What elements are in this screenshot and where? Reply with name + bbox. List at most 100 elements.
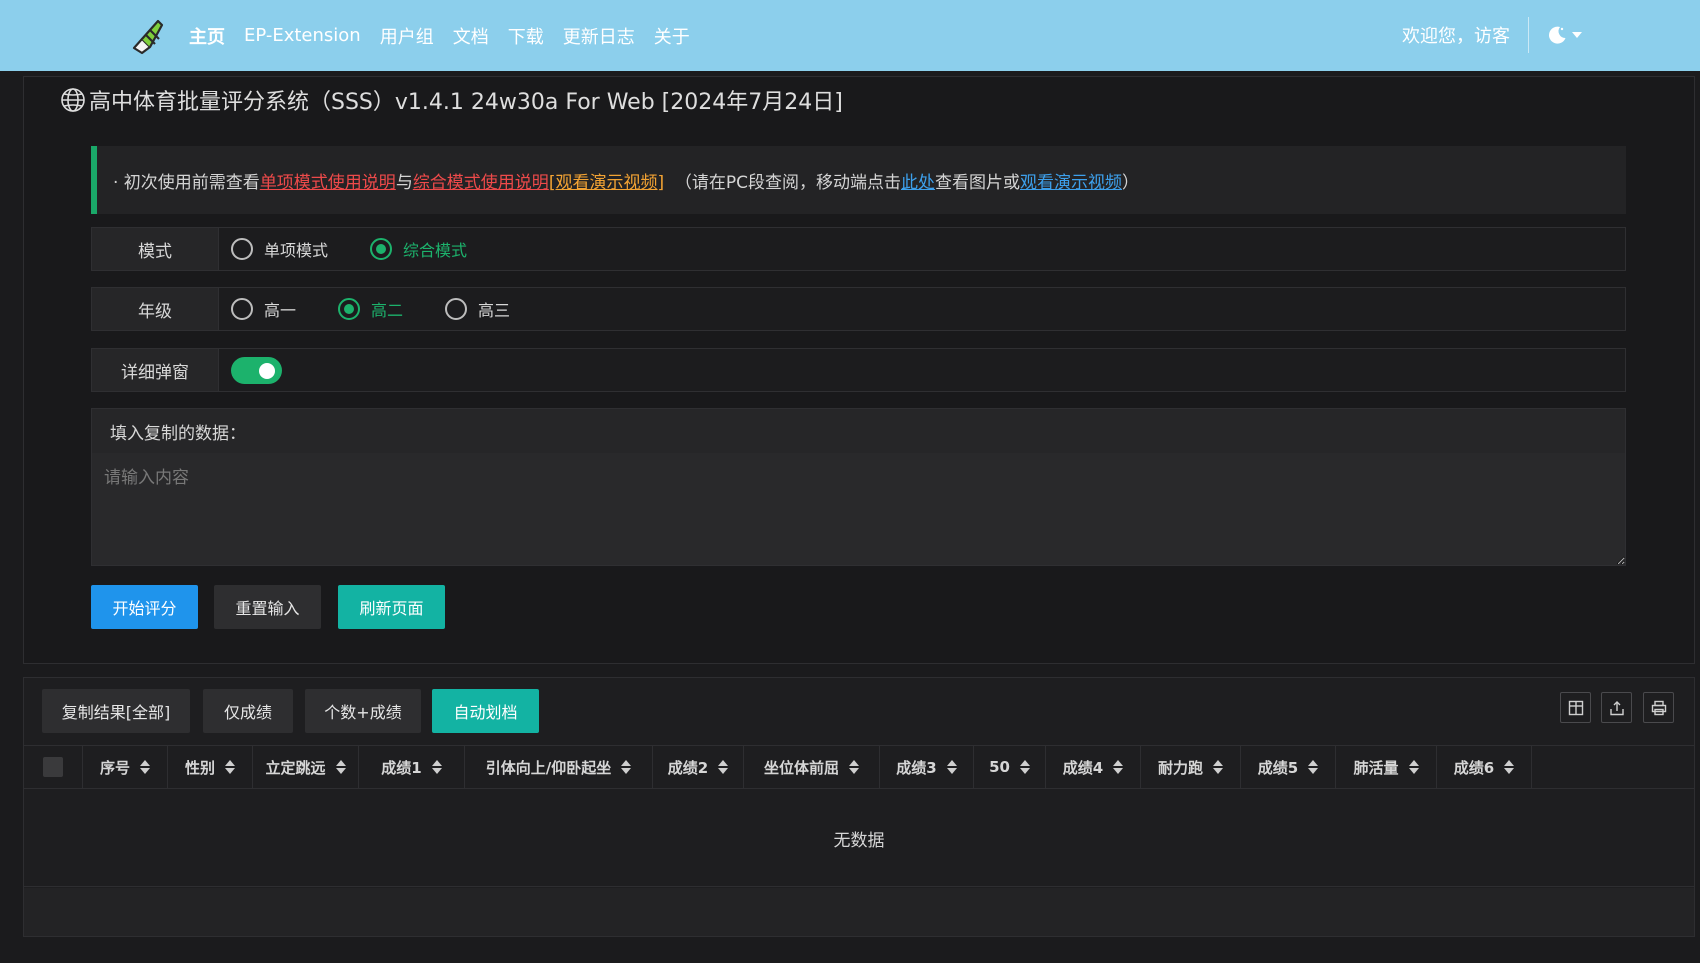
column-header[interactable]: 耐力跑 xyxy=(1141,746,1241,788)
popup-row: 详细弹窗 xyxy=(91,348,1626,392)
column-header[interactable]: 肺活量 xyxy=(1336,746,1437,788)
notice-suffix: ） xyxy=(1122,172,1140,193)
count-plus-score-button[interactable]: 个数+成绩 xyxy=(305,689,421,733)
export-button[interactable] xyxy=(1601,692,1632,723)
sort-icon[interactable] xyxy=(335,759,346,775)
data-input-box: 填入复制的数据： xyxy=(91,408,1626,566)
column-header[interactable]: 序号 xyxy=(83,746,168,788)
reset-input-button[interactable]: 重置输入 xyxy=(214,585,321,629)
grade-radio-2[interactable]: 高二 xyxy=(338,297,403,321)
nav-divider xyxy=(1528,17,1529,53)
column-title: 成绩3 xyxy=(896,758,937,777)
nav-item-download[interactable]: 下载 xyxy=(508,23,544,49)
single-mode-guide-link[interactable]: 单项模式使用说明 xyxy=(260,168,396,193)
grade-label: 年级 xyxy=(92,288,219,330)
welcome-text[interactable]: 欢迎您，访客 xyxy=(1402,22,1510,48)
popup-toggle-switch[interactable] xyxy=(231,356,282,384)
badminton-logo-icon[interactable] xyxy=(128,15,168,55)
data-textarea[interactable] xyxy=(92,453,1625,565)
radio-circle[interactable] xyxy=(231,238,253,260)
column-title: 序号 xyxy=(99,758,130,777)
column-header[interactable]: 成绩5 xyxy=(1241,746,1336,788)
column-header[interactable]: 坐位体前屈 xyxy=(744,746,880,788)
column-header[interactable]: 成绩6 xyxy=(1437,746,1532,788)
demo-video-link[interactable]: [观看演示视频] xyxy=(549,168,664,193)
radio-circle[interactable] xyxy=(445,298,468,320)
sort-icon[interactable] xyxy=(849,759,859,775)
nav-menu: 主页 EP-Extension 用户组 文档 下载 更新日志 关于 xyxy=(189,0,709,71)
columns-button[interactable] xyxy=(1560,692,1591,723)
notice-and: 与 xyxy=(395,172,413,193)
sort-icon[interactable] xyxy=(225,759,235,775)
column-header[interactable]: 成绩1 xyxy=(359,746,465,788)
sort-icon[interactable] xyxy=(1213,759,1223,775)
copy-all-results-button[interactable]: 复制结果[全部] xyxy=(42,689,190,733)
moon-icon xyxy=(1549,26,1566,44)
scores-only-button[interactable]: 仅成绩 xyxy=(203,689,293,733)
popup-label: 详细弹窗 xyxy=(92,349,219,391)
sort-icon[interactable] xyxy=(140,759,150,775)
column-header[interactable]: 成绩3 xyxy=(880,746,974,788)
sort-icon[interactable] xyxy=(718,759,729,775)
demo-video-link-2[interactable]: 观看演示视频 xyxy=(1020,168,1122,193)
notice-after-here: 查看图片或 xyxy=(935,172,1021,193)
column-header[interactable]: 成绩2 xyxy=(653,746,744,788)
grade-row: 年级 高一 高二 高三 xyxy=(91,287,1626,331)
column-header[interactable]: 引体向上/仰卧起坐 xyxy=(465,746,653,788)
radio-circle[interactable] xyxy=(231,298,253,320)
here-link[interactable]: 此处 xyxy=(901,168,935,193)
column-title: 成绩4 xyxy=(1062,758,1104,777)
radio-label: 高二 xyxy=(371,301,404,320)
sort-icon[interactable] xyxy=(621,759,632,775)
nav-item-home[interactable]: 主页 xyxy=(189,23,225,49)
radio-label: 高三 xyxy=(478,301,511,320)
notice-prefix: · 初次使用前需查看 xyxy=(113,172,260,193)
notice-middle: （请在PC段查阅，移动端点击 xyxy=(664,172,902,193)
sort-icon[interactable] xyxy=(1308,759,1319,775)
sort-icon[interactable] xyxy=(946,759,957,775)
column-header[interactable]: 成绩4 xyxy=(1046,746,1141,788)
nav-item-ep-extension[interactable]: EP-Extension xyxy=(244,25,361,46)
chevron-down-icon xyxy=(1572,32,1582,38)
top-navbar: 主页 EP-Extension 用户组 文档 下载 更新日志 关于 欢迎您，访客 xyxy=(0,0,1700,71)
mode-label: 模式 xyxy=(92,228,219,270)
nav-item-about[interactable]: 关于 xyxy=(654,23,690,49)
column-title: 性别 xyxy=(184,758,215,777)
combined-mode-guide-link[interactable]: 综合模式使用说明 xyxy=(413,168,549,193)
start-grading-button[interactable]: 开始评分 xyxy=(91,585,198,629)
radio-label: 单项模式 xyxy=(264,241,329,260)
grade-radio-3[interactable]: 高三 xyxy=(445,297,510,321)
column-title: 引体向上/仰卧起坐 xyxy=(485,758,612,777)
mode-radio-single[interactable]: 单项模式 xyxy=(231,237,328,261)
print-button[interactable] xyxy=(1643,692,1674,723)
nav-item-docs[interactable]: 文档 xyxy=(453,23,489,49)
column-header[interactable]: 立定跳远 xyxy=(253,746,359,788)
column-title: 肺活量 xyxy=(1353,758,1399,777)
switch-knob xyxy=(259,362,275,379)
sort-icon[interactable] xyxy=(1113,759,1124,775)
column-title: 成绩1 xyxy=(381,758,422,777)
radio-circle[interactable] xyxy=(370,238,393,260)
radio-label: 高一 xyxy=(264,301,297,320)
column-title: 耐力跑 xyxy=(1157,758,1203,777)
sort-icon[interactable] xyxy=(1408,759,1419,775)
refresh-page-button[interactable]: 刷新页面 xyxy=(338,585,445,629)
page-title-text: 高中体育批量评分系统（SSS）v1.4.1 24w30a For Web [20… xyxy=(89,90,843,115)
column-title: 成绩2 xyxy=(667,758,709,777)
data-input-label: 填入复制的数据： xyxy=(92,409,1625,453)
mode-radio-combined[interactable]: 综合模式 xyxy=(370,237,467,261)
select-all-checkbox[interactable] xyxy=(43,757,63,777)
grade-radio-1[interactable]: 高一 xyxy=(231,297,296,321)
nav-item-user-group[interactable]: 用户组 xyxy=(380,23,434,49)
sort-icon[interactable] xyxy=(1504,759,1515,775)
sort-icon[interactable] xyxy=(1019,759,1030,775)
sort-icon[interactable] xyxy=(431,759,442,775)
theme-toggle[interactable] xyxy=(1546,22,1586,48)
column-header[interactable]: 50 xyxy=(974,746,1046,788)
column-title: 坐位体前屈 xyxy=(763,758,839,777)
nav-item-changelog[interactable]: 更新日志 xyxy=(563,23,635,49)
empty-state: 无数据 xyxy=(24,790,1694,887)
auto-grade-button[interactable]: 自动划档 xyxy=(432,689,539,733)
radio-circle[interactable] xyxy=(338,298,361,320)
column-header[interactable]: 性别 xyxy=(168,746,253,788)
